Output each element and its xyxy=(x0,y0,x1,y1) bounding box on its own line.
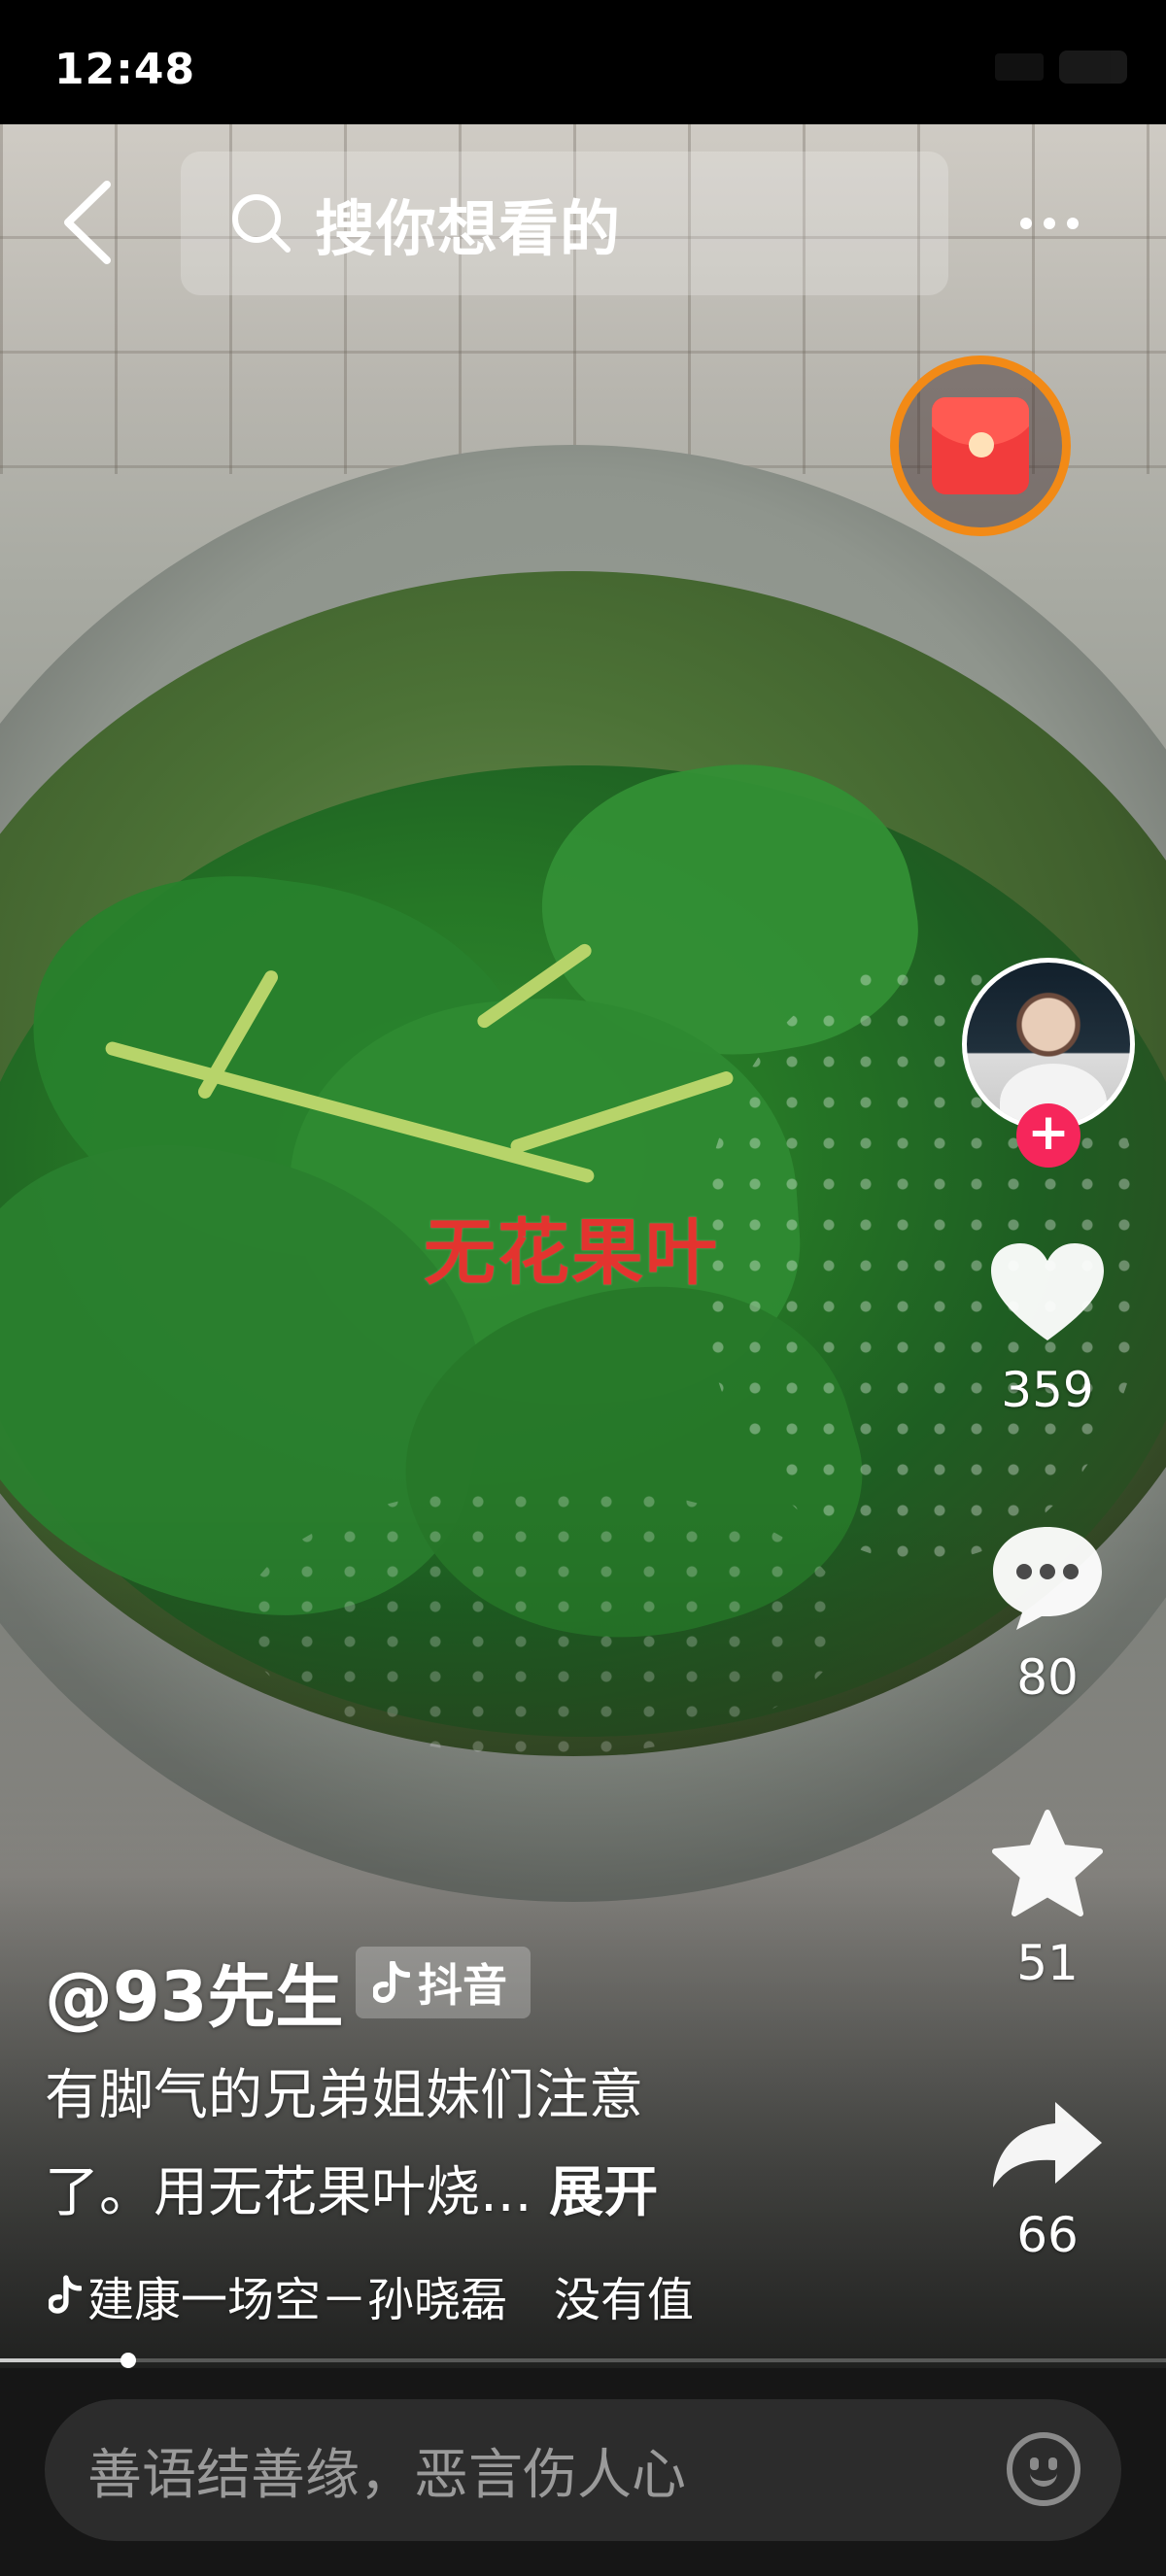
author-name[interactable]: @93先生 xyxy=(45,1943,343,2041)
star-icon xyxy=(992,1810,1103,1916)
status-bar: 12:48 xyxy=(0,0,1166,124)
emoji-icon xyxy=(1030,2457,1039,2470)
red-packet-icon xyxy=(932,397,1029,494)
playback-progress-fill xyxy=(0,2358,128,2362)
share-button[interactable]: 66 xyxy=(970,2098,1125,2263)
search-icon xyxy=(232,194,291,253)
comment-count: 80 xyxy=(1016,1649,1079,1706)
back-icon xyxy=(64,181,111,264)
favorite-count: 51 xyxy=(1016,1935,1079,1991)
search-bar[interactable]: 搜你想看的 xyxy=(181,152,948,295)
platform-badge-label: 抖音 xyxy=(418,1959,507,2012)
comment-placeholder: 善语结善缘，恶言伤人心 xyxy=(87,2443,686,2507)
comment-icon xyxy=(993,1527,1102,1630)
follow-button[interactable]: + xyxy=(1016,1103,1080,1168)
emoji-icon xyxy=(1030,2471,1057,2487)
description-line-1: 有脚气的兄弟姐妹们注意 xyxy=(45,2064,643,2127)
more-icon xyxy=(1020,218,1032,229)
status-icons xyxy=(995,51,1127,84)
favorite-button[interactable]: 51 xyxy=(970,1809,1125,1991)
music-info[interactable]: 建康一场空－孙晓磊 没有值 xyxy=(49,2263,758,2327)
music-note-icon xyxy=(49,2275,82,2314)
douyin-icon xyxy=(373,1961,410,2004)
platform-badge[interactable]: 抖音 xyxy=(356,1947,531,2018)
status-time: 12:48 xyxy=(54,45,196,94)
red-packet-seal xyxy=(969,432,994,458)
description-line-2: 了。用无花果叶烧... xyxy=(45,2161,532,2224)
back-button[interactable] xyxy=(56,179,124,266)
share-icon xyxy=(993,2102,1102,2187)
share-count: 66 xyxy=(1016,2207,1079,2263)
playback-progress[interactable] xyxy=(0,2353,1166,2368)
red-packet-button[interactable] xyxy=(890,356,1071,536)
post-description[interactable]: 有脚气的兄弟姐妹们注意 了。用无花果叶烧... 展开 xyxy=(45,2048,764,2242)
signal-icon xyxy=(995,53,1044,81)
playback-progress-knob[interactable] xyxy=(120,2353,136,2368)
expand-button[interactable]: 展开 xyxy=(549,2161,658,2224)
more-button[interactable] xyxy=(1020,194,1098,253)
like-count: 359 xyxy=(1001,1362,1094,1418)
comment-input[interactable]: 善语结善缘，恶言伤人心 xyxy=(45,2399,1121,2541)
more-icon xyxy=(1044,218,1055,229)
search-placeholder: 搜你想看的 xyxy=(315,193,622,264)
more-icon xyxy=(1067,218,1079,229)
emoji-button[interactable] xyxy=(1007,2432,1080,2506)
battery-icon xyxy=(1059,51,1127,84)
plus-icon: + xyxy=(1027,1103,1070,1162)
like-button[interactable]: 359 xyxy=(970,1239,1125,1418)
emoji-icon xyxy=(1048,2457,1057,2470)
music-title: 建康一场空－孙晓磊 没有值 xyxy=(87,2273,695,2327)
video-caption: 无花果叶 xyxy=(424,1211,719,1295)
comment-button[interactable]: 80 xyxy=(970,1521,1125,1706)
comment-bar: 善语结善缘，恶言伤人心 xyxy=(0,2368,1166,2576)
heart-icon xyxy=(991,1243,1104,1340)
